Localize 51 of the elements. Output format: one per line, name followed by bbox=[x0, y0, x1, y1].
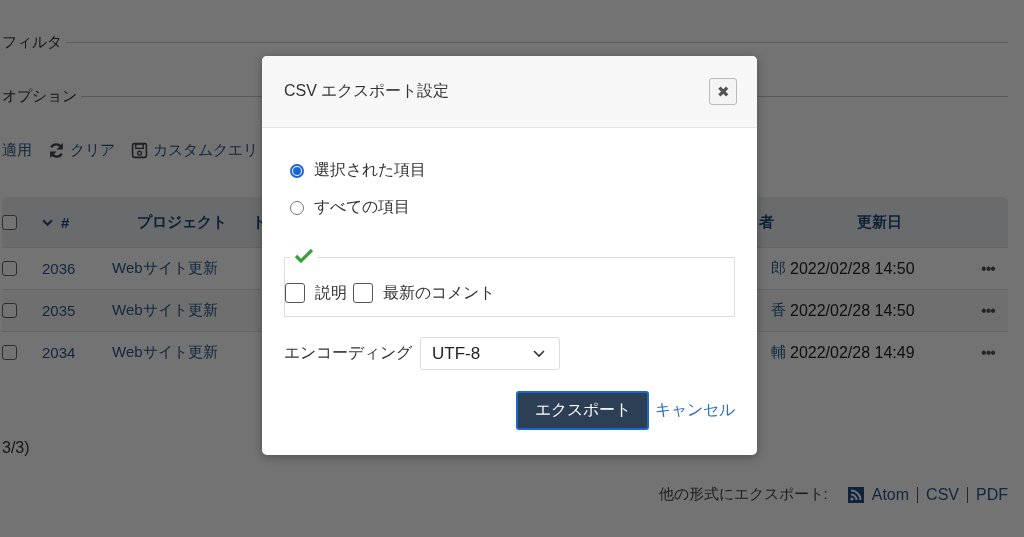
more-menu-button[interactable]: ••• bbox=[968, 301, 1008, 320]
more-menu-button[interactable]: ••• bbox=[968, 343, 1008, 362]
column-header[interactable]: 者 bbox=[759, 212, 790, 232]
date-cell-text: 2022/02/28 14:50 bbox=[790, 259, 916, 278]
action-link[interactable]: クリア bbox=[48, 140, 115, 160]
cancel-link[interactable]: キャンセル bbox=[655, 400, 735, 421]
author-link[interactable]: 香 bbox=[771, 301, 790, 320]
close-button[interactable]: ✖ bbox=[709, 78, 737, 105]
author-link[interactable]: 郎 bbox=[771, 259, 790, 278]
caret-icon bbox=[533, 349, 545, 358]
issue-id-link[interactable]: 2034 bbox=[42, 344, 112, 361]
select-all-checkbox[interactable] bbox=[2, 214, 17, 230]
project-link[interactable]: Webサイト更新 bbox=[112, 259, 252, 278]
radio-button[interactable] bbox=[290, 163, 304, 178]
export-format-link[interactable]: PDF bbox=[976, 485, 1008, 504]
pagination-text: 3/3) bbox=[2, 439, 30, 457]
checkbox-label: 説明 bbox=[315, 282, 347, 303]
date-cell-text: 2022/02/28 14:49 bbox=[790, 343, 916, 362]
export-format-link[interactable]: CSV bbox=[926, 485, 959, 504]
encoding-label: エンコーディング bbox=[284, 343, 412, 363]
project-link[interactable]: Webサイト更新 bbox=[112, 343, 252, 362]
export-button[interactable]: エクスポート bbox=[516, 391, 649, 430]
dialog-title: CSV エクスポート設定 bbox=[284, 81, 450, 101]
checkbox[interactable] bbox=[285, 283, 305, 303]
radio-label: 選択された項目 bbox=[314, 160, 426, 180]
encoding-select[interactable]: UTF-8 bbox=[420, 337, 560, 370]
date-cell-text: 2022/02/28 14:50 bbox=[790, 301, 916, 320]
row-checkbox[interactable] bbox=[2, 261, 17, 276]
export-format-link[interactable]: Atom bbox=[871, 485, 910, 504]
radio-label: すべての項目 bbox=[314, 197, 410, 217]
checkbox-label: 最新のコメント bbox=[383, 282, 495, 303]
project-link[interactable]: Webサイト更新 bbox=[112, 301, 252, 320]
action-link[interactable]: 適用 bbox=[2, 140, 32, 160]
chevron-down-icon bbox=[42, 218, 53, 226]
column-header[interactable]: 更新日 bbox=[856, 212, 902, 232]
section-legend[interactable]: オプション bbox=[2, 86, 81, 106]
author-link[interactable]: 輔 bbox=[771, 343, 790, 362]
issue-id-link[interactable]: 2035 bbox=[42, 302, 112, 319]
action-link[interactable]: カスタムクエリ bbox=[131, 140, 258, 160]
issue-id-link[interactable]: 2036 bbox=[42, 260, 112, 277]
export-label: 他の形式にエクスポート: bbox=[658, 485, 828, 504]
refresh-icon bbox=[48, 141, 65, 159]
column-header[interactable]: プロジェクト bbox=[112, 212, 252, 232]
checkbox[interactable] bbox=[353, 283, 373, 303]
rss-icon bbox=[847, 486, 864, 503]
save-icon bbox=[131, 141, 148, 159]
row-checkbox[interactable] bbox=[2, 303, 17, 318]
row-checkbox[interactable] bbox=[2, 345, 17, 360]
section-legend[interactable]: フィルタ bbox=[2, 32, 66, 52]
more-menu-button[interactable]: ••• bbox=[968, 259, 1008, 278]
column-header[interactable]: # bbox=[42, 213, 112, 231]
